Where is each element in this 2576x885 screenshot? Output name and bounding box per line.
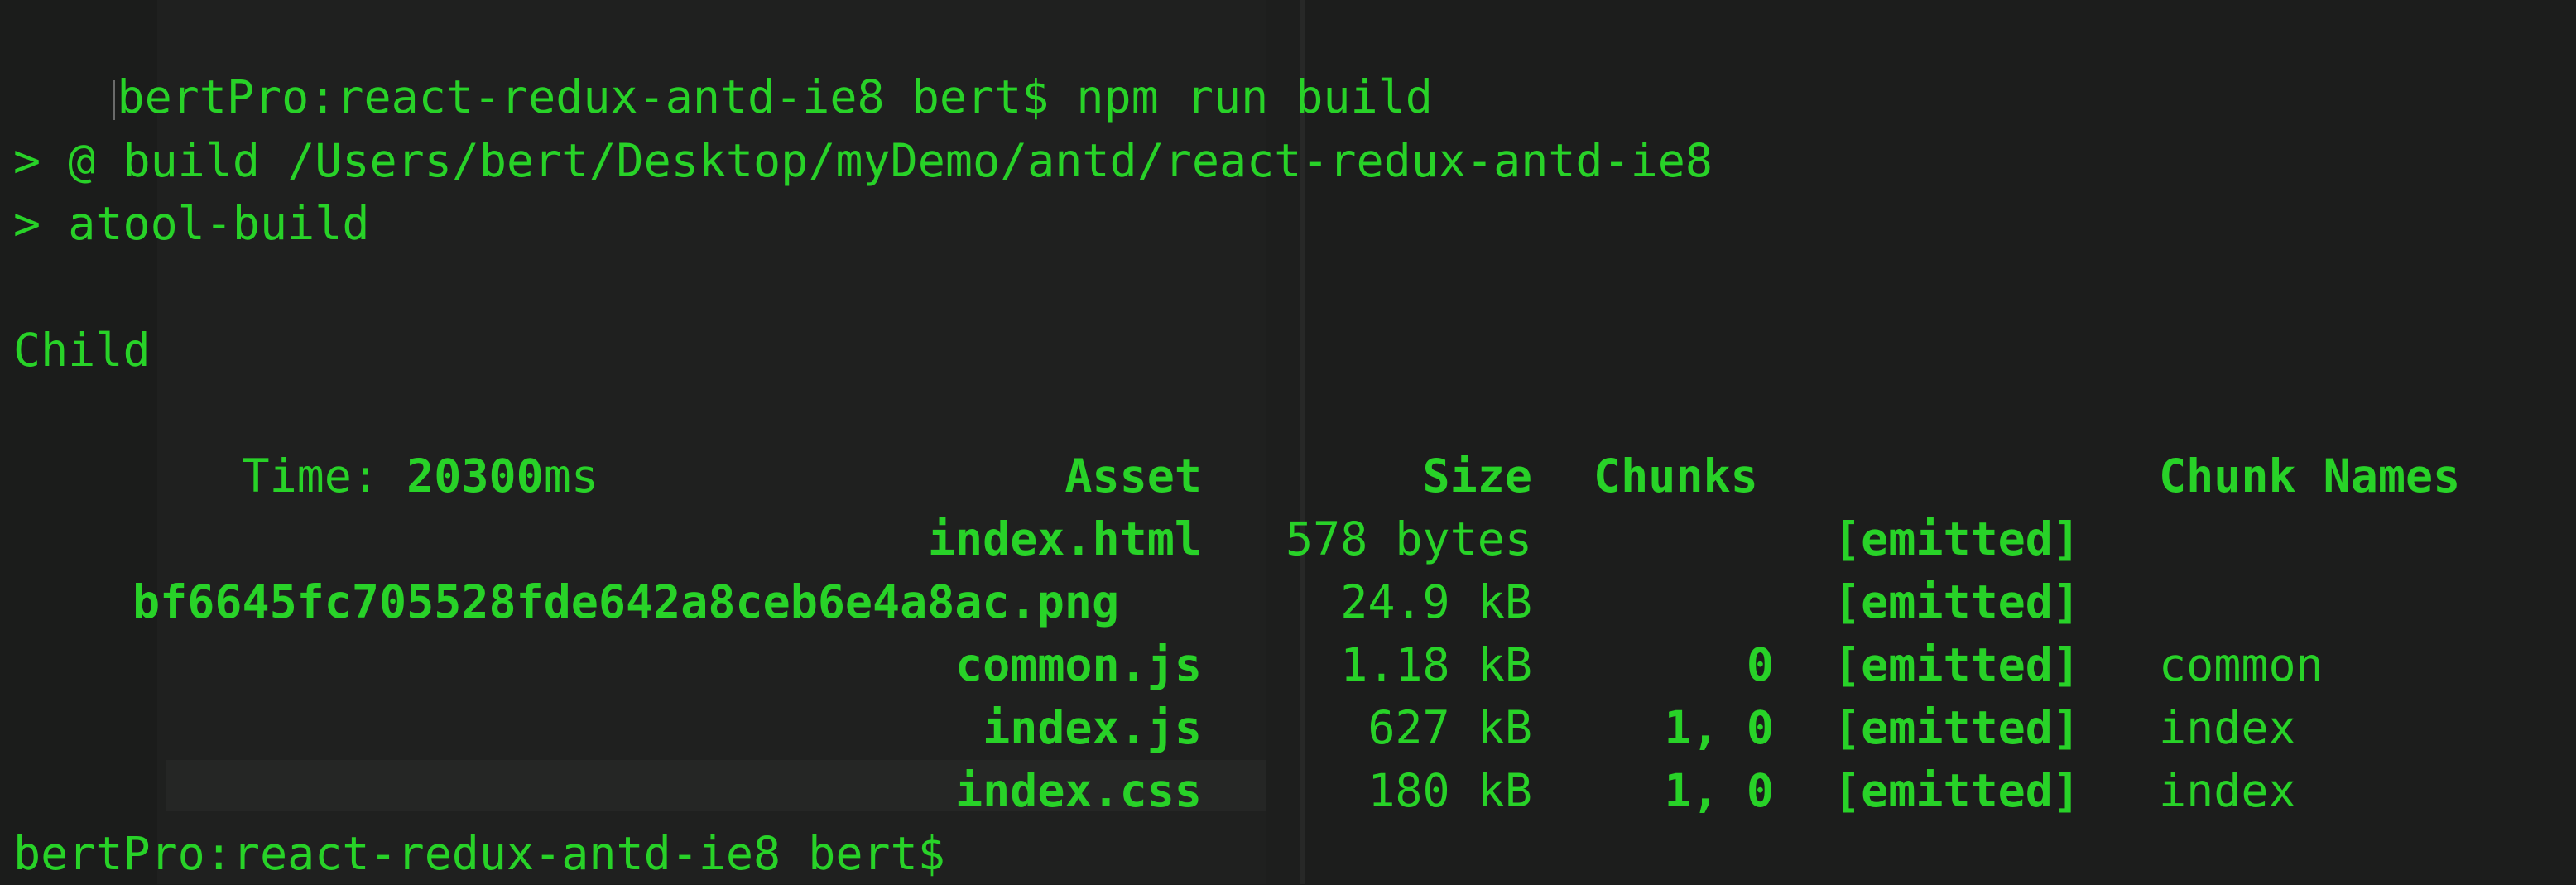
command-line: bertPro:react-redux-antd-ie8 bert$ npm r…	[3, 2, 1433, 123]
terminal-output[interactable]: bertPro:react-redux-antd-ie8 bert$ npm r…	[0, 0, 2576, 884]
header-asset: Asset	[1065, 450, 1202, 503]
asset-chunks: 1, 0	[1664, 764, 1774, 817]
command-text: bertPro:react-redux-antd-ie8 bert$ npm r…	[117, 70, 1433, 123]
asset-name: common.js	[954, 638, 1202, 691]
asset-chunk-name: index	[2159, 701, 2296, 754]
asset-name: index.html	[927, 512, 1202, 565]
asset-emitted: [emitted]	[1833, 575, 2081, 628]
asset-size: 180 kB	[1367, 764, 1532, 817]
asset-chunk-name: common	[2159, 638, 2324, 691]
asset-size: 578 bytes	[1285, 512, 1532, 565]
time-line: Time: 20300ms	[132, 382, 598, 503]
asset-chunk-name	[2159, 570, 2506, 633]
asset-emitted: [emitted]	[1833, 701, 2081, 754]
time-value: 20300	[406, 450, 544, 503]
shell-prompt: bertPro:react-redux-antd-ie8 bert$	[13, 827, 945, 880]
asset-name: index.js	[983, 701, 1202, 754]
asset-chunks	[1593, 570, 1774, 633]
asset-size: 627 kB	[1367, 701, 1532, 754]
asset-size: 1.18 kB	[1340, 638, 1532, 691]
header-chunk-names: Chunk Names	[2159, 450, 2461, 503]
cursor-marker	[113, 79, 116, 120]
asset-emitted: [emitted]	[1833, 512, 2081, 565]
time-label: Time:	[242, 450, 407, 503]
asset-name: bf6645fc705528fde642a8ceb6e4a8ac.png	[132, 575, 1120, 628]
asset-name: index.css	[954, 764, 1202, 817]
asset-chunks: 1, 0	[1664, 701, 1774, 754]
atool-build-line: > atool-build	[13, 197, 370, 250]
asset-chunk-name: index	[2159, 764, 2296, 817]
asset-chunk-name	[2159, 507, 2506, 570]
asset-chunks: 0	[1746, 638, 1774, 691]
build-path-line: > @ build /Users/bert/Desktop/myDemo/ant…	[13, 134, 1713, 187]
header-size: Size	[1422, 450, 1532, 503]
header-chunks: Chunks	[1593, 450, 1758, 503]
asset-chunks	[1593, 507, 1774, 570]
asset-size: 24.9 kB	[1340, 575, 1532, 628]
asset-emitted: [emitted]	[1833, 764, 2081, 817]
child-label: Child	[13, 324, 151, 377]
asset-emitted: [emitted]	[1833, 638, 2081, 691]
time-unit: ms	[543, 450, 598, 503]
